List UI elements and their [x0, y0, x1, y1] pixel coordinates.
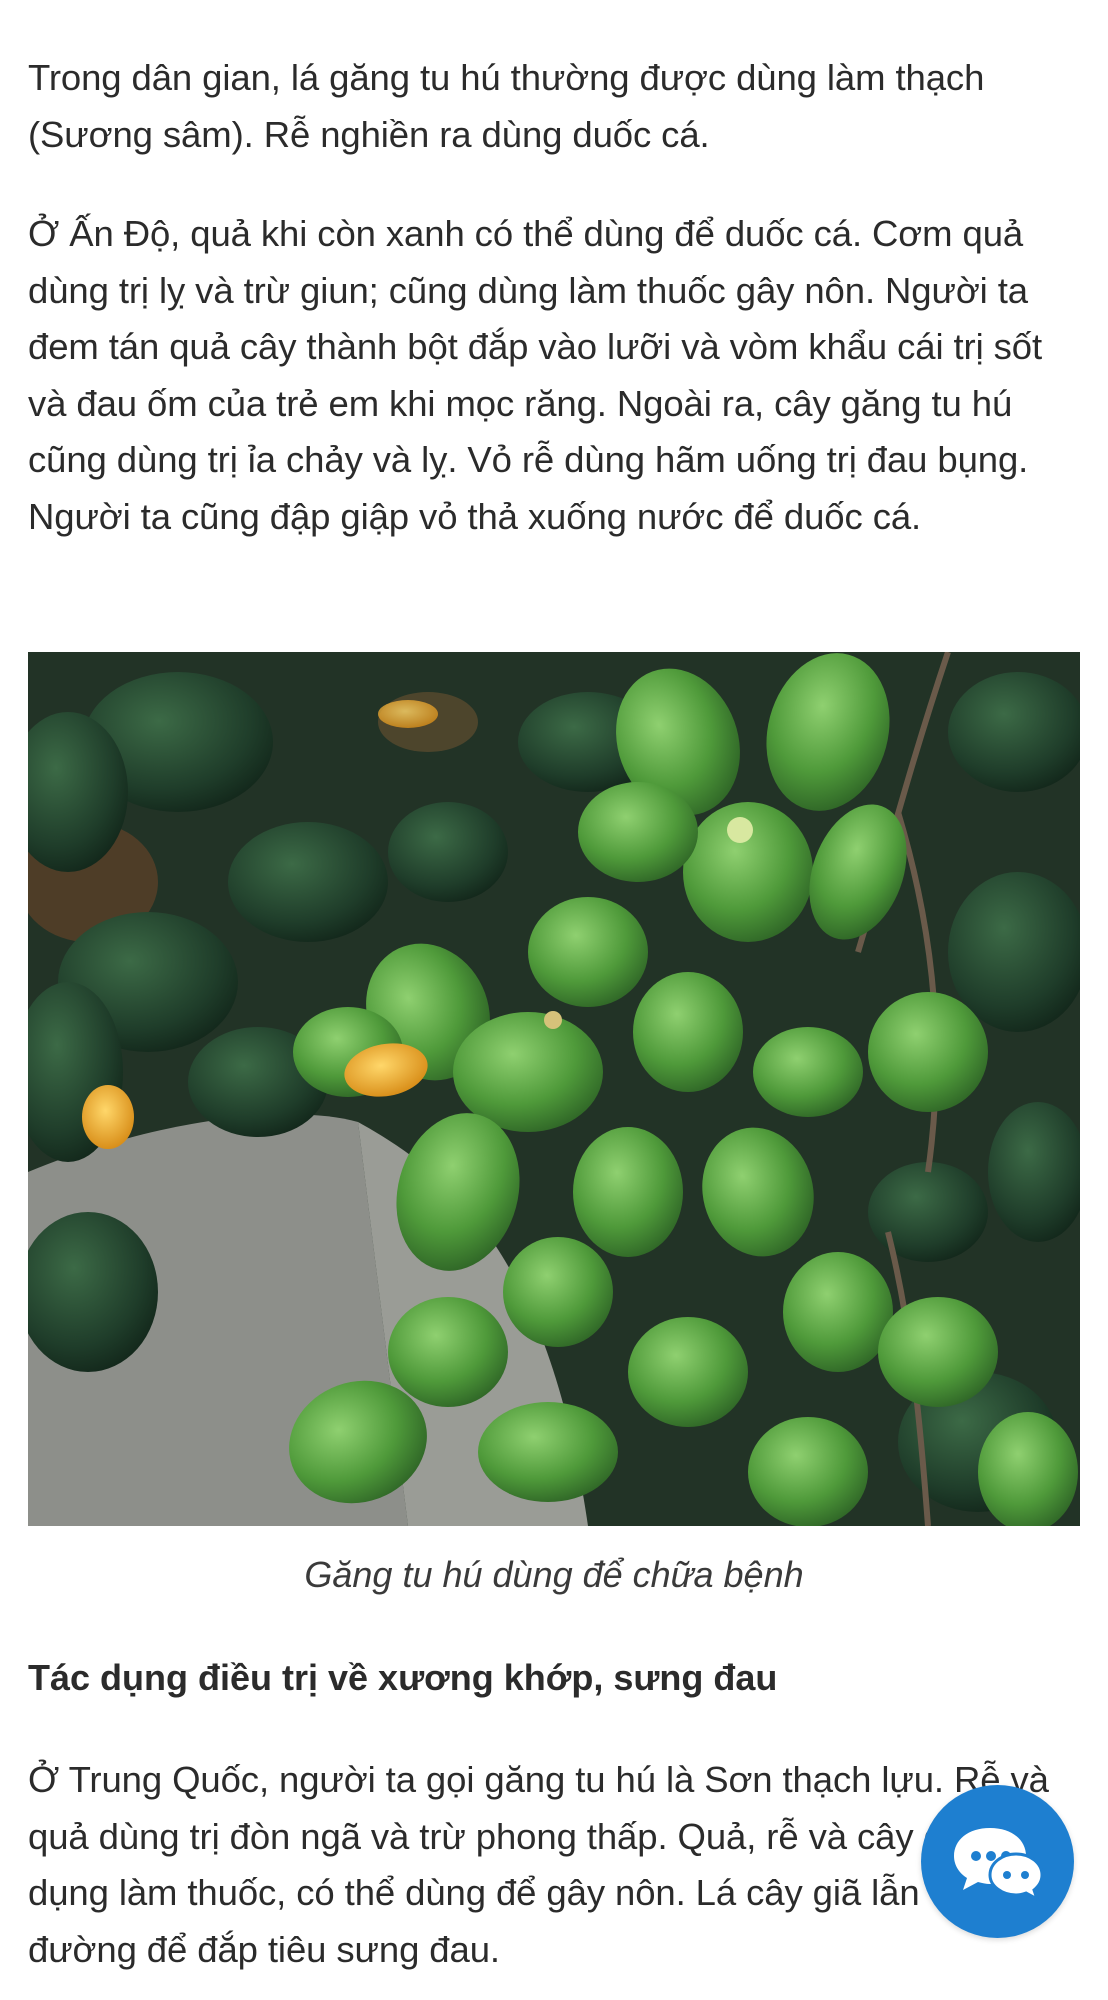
chat-button[interactable]: [921, 1785, 1074, 1938]
article-paragraph: Trong dân gian, lá găng tu hú thường đượ…: [28, 57, 985, 155]
chat-bubbles-icon: [953, 1827, 1044, 1902]
image-caption: Găng tu hú dùng để chữa bệnh: [304, 1554, 804, 1595]
article-image-plant: [28, 652, 1080, 1526]
article-paragraph: Ở Ấn Độ, quả khi còn xanh có thể dùng để…: [28, 213, 1043, 537]
section-heading: Tác dụng điều trị về xương khớp, sưng đa…: [28, 1657, 778, 1698]
plant-photo: [28, 652, 1080, 1526]
